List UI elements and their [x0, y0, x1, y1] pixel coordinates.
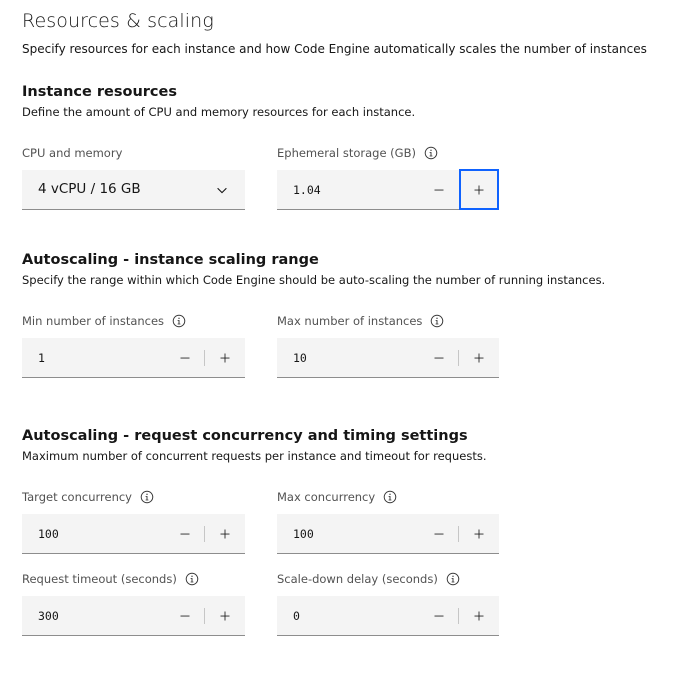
request-timeout-input[interactable]: 300: [38, 609, 59, 623]
chevron-down-icon[interactable]: [215, 183, 229, 197]
ephemeral-storage-input[interactable]: 1.04: [293, 183, 321, 197]
concurrency-title: Autoscaling - request concurrency and ti…: [22, 428, 468, 444]
request-timeout-stepper: 300: [22, 596, 245, 636]
decrement-button[interactable]: [165, 514, 205, 553]
information-icon[interactable]: [430, 314, 444, 328]
max-concurrency-label-text: Max concurrency: [277, 490, 376, 504]
ephemeral-storage-stepper: 1.04: [277, 169, 499, 210]
min-instances-label: Min number of instances: [22, 314, 186, 328]
information-icon[interactable]: [172, 314, 186, 328]
page-title: Resources & scaling: [22, 10, 214, 32]
scale-down-delay-stepper: 0: [277, 596, 499, 636]
increment-button[interactable]: [205, 514, 245, 553]
plus-icon: [219, 352, 231, 364]
decrement-button[interactable]: [419, 338, 459, 377]
increment-button[interactable]: [205, 596, 245, 635]
plus-icon: [473, 610, 485, 622]
plus-icon: [473, 352, 485, 364]
target-concurrency-label: Target concurrency: [22, 490, 154, 504]
ephemeral-storage-label: Ephemeral storage (GB): [277, 146, 438, 160]
concurrency-description: Maximum number of concurrent requests pe…: [22, 449, 487, 463]
information-icon[interactable]: [185, 572, 199, 586]
plus-icon: [473, 184, 485, 196]
max-instances-input[interactable]: 10: [293, 351, 307, 365]
ephemeral-storage-label-text: Ephemeral storage (GB): [277, 146, 416, 160]
minus-icon: [179, 352, 191, 364]
decrement-button[interactable]: [419, 514, 459, 553]
plus-icon: [219, 528, 231, 540]
request-timeout-label-text: Request timeout (seconds): [22, 572, 177, 586]
min-instances-input[interactable]: 1: [38, 351, 45, 365]
scale-down-delay-input[interactable]: 0: [293, 609, 300, 623]
max-instances-label: Max number of instances: [277, 314, 444, 328]
target-concurrency-input[interactable]: 100: [38, 527, 59, 541]
increment-button[interactable]: [459, 169, 499, 210]
scale-down-delay-label-text: Scale-down delay (seconds): [277, 572, 438, 586]
target-concurrency-stepper: 100: [22, 514, 245, 554]
decrement-button[interactable]: [165, 596, 205, 635]
information-icon[interactable]: [383, 490, 397, 504]
max-concurrency-label: Max concurrency: [277, 490, 397, 504]
decrement-button[interactable]: [165, 338, 205, 377]
plus-icon: [219, 610, 231, 622]
instance-resources-title: Instance resources: [22, 84, 177, 100]
cpu-memory-select[interactable]: 4 vCPU / 16 GB: [22, 170, 245, 210]
minus-icon: [433, 528, 445, 540]
increment-button[interactable]: [205, 338, 245, 377]
scaling-range-title: Autoscaling - instance scaling range: [22, 252, 319, 268]
cpu-memory-label-text: CPU and memory: [22, 146, 123, 160]
max-concurrency-stepper: 100: [277, 514, 499, 554]
minus-icon: [433, 184, 445, 196]
max-concurrency-input[interactable]: 100: [293, 527, 314, 541]
min-instances-stepper: 1: [22, 338, 245, 378]
scale-down-delay-label: Scale-down delay (seconds): [277, 572, 460, 586]
increment-button[interactable]: [459, 596, 499, 635]
cpu-memory-value: 4 vCPU / 16 GB: [38, 181, 141, 197]
minus-icon: [179, 528, 191, 540]
plus-icon: [473, 528, 485, 540]
minus-icon: [179, 610, 191, 622]
increment-button[interactable]: [459, 338, 499, 377]
min-instances-label-text: Min number of instances: [22, 314, 165, 328]
max-instances-label-text: Max number of instances: [277, 314, 423, 328]
request-timeout-label: Request timeout (seconds): [22, 572, 199, 586]
scaling-range-description: Specify the range within which Code Engi…: [22, 273, 606, 287]
decrement-button[interactable]: [419, 596, 459, 635]
information-icon[interactable]: [424, 146, 438, 160]
increment-button[interactable]: [459, 514, 499, 553]
instance-resources-description: Define the amount of CPU and memory reso…: [22, 105, 416, 119]
minus-icon: [433, 352, 445, 364]
decrement-button[interactable]: [419, 170, 459, 209]
information-icon[interactable]: [140, 490, 154, 504]
information-icon[interactable]: [446, 572, 460, 586]
cpu-memory-label: CPU and memory: [22, 146, 122, 160]
target-concurrency-label-text: Target concurrency: [22, 490, 132, 504]
page-description: Specify resources for each instance and …: [22, 42, 647, 56]
max-instances-stepper: 10: [277, 338, 499, 378]
minus-icon: [433, 610, 445, 622]
